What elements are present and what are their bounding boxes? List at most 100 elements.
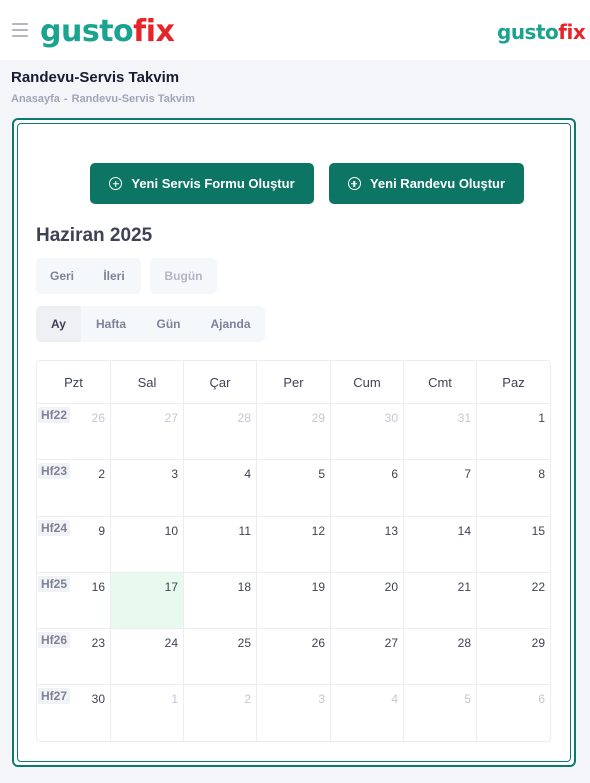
new-appointment-button[interactable]: Yeni Randevu Oluştur <box>329 163 524 204</box>
calendar-day-cell[interactable]: Hf27 30 <box>37 685 111 741</box>
calendar-day-cell[interactable]: 13 <box>331 516 404 572</box>
day-number[interactable]: 3 <box>171 467 178 481</box>
day-number[interactable]: 20 <box>385 580 398 594</box>
week-number-label[interactable]: Hf24 <box>38 519 71 536</box>
day-number[interactable]: 13 <box>385 524 398 538</box>
calendar-day-cell[interactable]: 20 <box>331 572 404 629</box>
calendar-day-cell[interactable]: 27 <box>331 629 404 685</box>
calendar-day-cell[interactable]: 24 <box>111 629 184 685</box>
day-number[interactable]: 1 <box>538 411 545 425</box>
day-number[interactable]: 12 <box>312 524 325 538</box>
calendar-day-cell[interactable]: Hf26 23 <box>37 629 111 685</box>
calendar-day-cell[interactable]: 7 <box>404 460 477 516</box>
day-number[interactable]: 11 <box>239 524 251 538</box>
calendar-day-cell-today[interactable]: 17 <box>111 572 184 629</box>
day-number[interactable]: 7 <box>464 467 471 481</box>
calendar-day-cell[interactable]: 22 <box>477 573 550 628</box>
brand-logo[interactable]: gustofix <box>40 14 175 49</box>
day-number[interactable]: 21 <box>458 580 471 594</box>
day-number[interactable]: 3 <box>318 692 325 706</box>
week-number-label[interactable]: Hf27 <box>38 688 71 705</box>
calendar-day-cell[interactable]: 26 <box>257 629 331 685</box>
calendar-day-cell[interactable]: 12 <box>257 516 331 572</box>
day-number[interactable]: 24 <box>165 636 178 650</box>
day-number[interactable]: 16 <box>92 580 105 594</box>
calendar-day-cell[interactable]: 19 <box>257 572 331 629</box>
day-number[interactable]: 10 <box>165 524 178 538</box>
calendar-day-cell[interactable]: 3 <box>257 685 331 741</box>
calendar-day-cell[interactable]: 6 <box>331 460 404 516</box>
day-number[interactable]: 18 <box>238 580 251 594</box>
calendar-day-cell[interactable]: 1 <box>477 404 550 459</box>
calendar-day-cell[interactable]: 11 <box>184 516 257 572</box>
calendar-day-cell[interactable]: 30 <box>331 404 404 460</box>
calendar-day-cell[interactable]: 28 <box>404 629 477 685</box>
day-number[interactable]: 22 <box>532 580 545 594</box>
week-number-label[interactable]: Hf25 <box>38 575 71 592</box>
calendar-day-cell[interactable]: 4 <box>331 685 404 741</box>
day-number[interactable]: 31 <box>458 411 471 425</box>
day-number[interactable]: 6 <box>391 467 398 481</box>
day-number[interactable]: 28 <box>238 411 251 425</box>
day-number[interactable]: 25 <box>238 636 251 650</box>
day-number[interactable]: 26 <box>312 636 325 650</box>
calendar-day-cell[interactable]: Hf23 2 <box>37 460 111 516</box>
day-number[interactable]: 23 <box>92 636 105 650</box>
day-number[interactable]: 27 <box>385 636 398 650</box>
day-number[interactable]: 29 <box>312 411 325 425</box>
prev-button[interactable]: Geri <box>36 258 88 294</box>
calendar-day-cell[interactable]: Hf22 26 <box>37 404 111 460</box>
calendar-day-cell[interactable]: 18 <box>184 572 257 629</box>
day-number[interactable]: 1 <box>171 692 178 706</box>
week-number-label[interactable]: Hf26 <box>38 632 71 649</box>
new-service-form-button[interactable]: Yeni Servis Formu Oluştur <box>90 163 314 204</box>
view-month-button[interactable]: Ay <box>36 306 81 342</box>
calendar-day-cell[interactable]: 29 <box>257 404 331 460</box>
calendar-day-cell[interactable]: 29 <box>477 629 550 684</box>
today-button[interactable]: Bugün <box>150 258 217 294</box>
day-number[interactable]: 29 <box>532 636 545 650</box>
calendar-day-cell[interactable]: 8 <box>477 460 550 515</box>
day-number[interactable]: 5 <box>318 467 325 481</box>
calendar-day-cell[interactable]: 3 <box>111 460 184 516</box>
day-number[interactable]: 28 <box>458 636 471 650</box>
view-week-button[interactable]: Hafta <box>81 306 141 342</box>
day-number[interactable]: 4 <box>244 467 251 481</box>
day-number[interactable]: 30 <box>92 692 105 706</box>
calendar-day-cell[interactable]: 2 <box>184 685 257 741</box>
day-number[interactable]: 2 <box>244 692 251 706</box>
calendar-day-cell[interactable]: 4 <box>184 460 257 516</box>
calendar-day-cell[interactable]: Hf25 16 <box>37 572 111 629</box>
calendar-day-cell[interactable]: 28 <box>184 404 257 460</box>
calendar-day-cell[interactable]: 15 <box>477 517 550 572</box>
day-number[interactable]: 6 <box>538 692 545 706</box>
calendar-day-cell[interactable]: 5 <box>257 460 331 516</box>
calendar-day-cell[interactable]: 14 <box>404 516 477 572</box>
day-number[interactable]: 14 <box>458 524 471 538</box>
day-number[interactable]: 15 <box>532 524 545 538</box>
calendar-day-cell[interactable]: 5 <box>404 685 477 741</box>
breadcrumb-home[interactable]: Anasayfa <box>11 93 60 105</box>
day-number[interactable]: 27 <box>165 411 178 425</box>
week-number-label[interactable]: Hf23 <box>38 463 71 480</box>
day-number[interactable]: 2 <box>98 467 105 481</box>
calendar-day-cell[interactable]: 31 <box>404 404 477 460</box>
day-number[interactable]: 26 <box>92 411 105 425</box>
week-number-label[interactable]: Hf22 <box>38 407 71 423</box>
menu-icon[interactable] <box>12 23 28 37</box>
view-agenda-button[interactable]: Ajanda <box>196 306 265 342</box>
day-number[interactable]: 5 <box>464 692 471 706</box>
calendar-day-cell[interactable]: Hf24 9 <box>37 516 111 572</box>
day-number[interactable]: 4 <box>391 692 398 706</box>
calendar-day-cell[interactable]: 1 <box>111 685 184 741</box>
calendar-day-cell[interactable]: 25 <box>184 629 257 685</box>
next-button[interactable]: İleri <box>88 258 140 294</box>
day-number[interactable]: 17 <box>165 580 178 594</box>
calendar-day-cell[interactable]: 27 <box>111 404 184 460</box>
calendar-day-cell[interactable]: 21 <box>404 572 477 629</box>
day-number[interactable]: 9 <box>98 524 105 538</box>
calendar-day-cell[interactable]: 6 <box>477 685 550 741</box>
day-number[interactable]: 19 <box>312 580 325 594</box>
view-day-button[interactable]: Gün <box>141 306 196 342</box>
day-number[interactable]: 30 <box>385 411 398 425</box>
